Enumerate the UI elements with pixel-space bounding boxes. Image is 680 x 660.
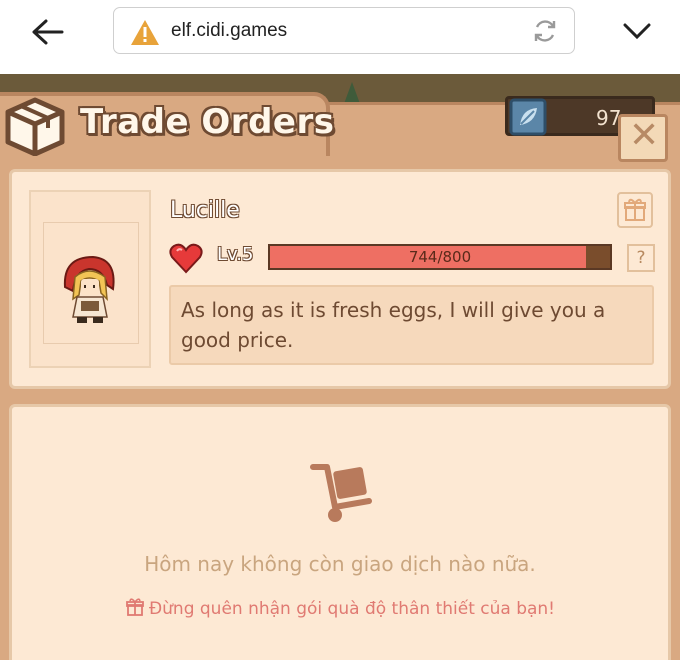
gift-icon — [624, 198, 646, 221]
game-viewport: Trade Orders 97 ✕ Lucille Lv.5 744/800 ?… — [0, 74, 680, 660]
hand-truck-icon — [310, 464, 372, 522]
reload-icon[interactable] — [532, 18, 558, 44]
npc-portrait-frame — [29, 190, 151, 368]
back-arrow-icon[interactable] — [30, 18, 66, 46]
npc-level: Lv.5 — [217, 244, 254, 265]
url-text: elf.cidi.games — [171, 20, 288, 41]
npc-avatar — [63, 255, 115, 323]
npc-dialog: As long as it is fresh eggs, I will give… — [169, 285, 654, 365]
close-icon: ✕ — [629, 115, 660, 156]
npc-card: Lucille Lv.5 744/800 ? As long as it is … — [9, 169, 671, 389]
leaf-gem-icon — [509, 98, 547, 136]
browser-toolbar: elf.cidi.games — [0, 0, 680, 72]
page-title: Trade Orders — [80, 102, 335, 142]
npc-name: Lucille — [170, 198, 240, 223]
heart-icon — [169, 243, 203, 274]
box-icon — [5, 97, 65, 156]
gift-button[interactable] — [617, 192, 653, 228]
address-bar[interactable]: elf.cidi.games — [113, 7, 575, 54]
empty-state-message: Hôm nay không còn giao dịch nào nữa. — [144, 552, 536, 576]
affinity-bar: 744/800 — [268, 244, 612, 270]
help-button[interactable]: ? — [627, 244, 655, 272]
gift-reminder-text: Đừng quên nhận gói quà độ thân thiết của… — [148, 599, 556, 619]
affinity-value: 744/800 — [408, 248, 472, 266]
gift-icon — [126, 598, 144, 616]
close-button[interactable]: ✕ — [618, 114, 668, 162]
warning-icon[interactable] — [130, 19, 160, 46]
gift-reminder[interactable]: Đừng quên nhận gói quà độ thân thiết của… — [12, 597, 668, 619]
chevron-down-icon[interactable] — [622, 20, 652, 42]
orders-empty-card: Hôm nay không còn giao dịch nào nữa. Đừn… — [9, 404, 671, 660]
